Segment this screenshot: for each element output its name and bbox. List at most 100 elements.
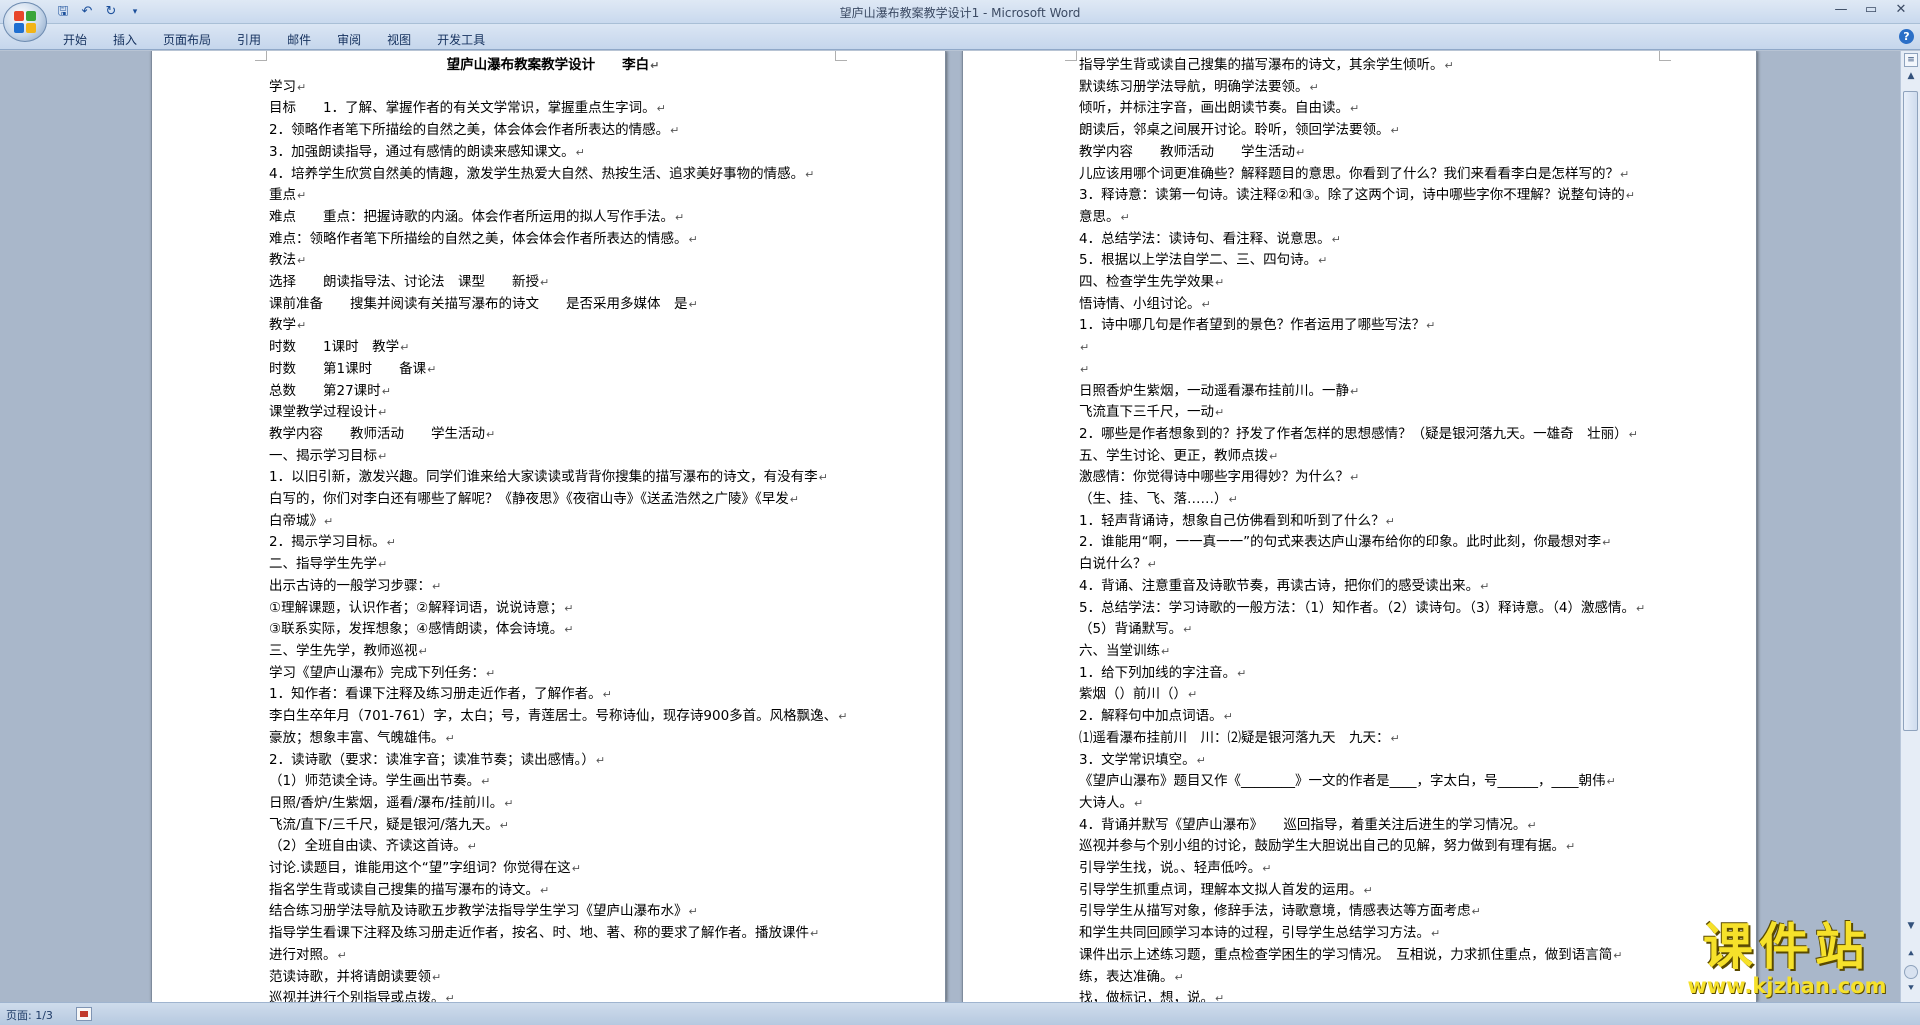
document-line: 难点：领略作者笔下所描绘的自然之美，体会体会作者所表达的情感。 [269, 229, 837, 251]
document-line: 悟诗情、小组讨论。 [1079, 294, 1661, 316]
minimize-button[interactable]: — [1826, 0, 1856, 20]
document-line: 五、学生讨论、更正，教师点拨 [1079, 446, 1661, 468]
document-line: 2．读诗歌（要求：读准字音；读准节奏；读出感情。） [269, 750, 837, 772]
document-line: 总数 第27课时 [269, 381, 837, 403]
document-line: 教法 [269, 250, 837, 272]
document-line: 2．哪些是作者想象到的？抒发了作者怎样的思想感情？（疑是银河落九天。一雄奇 壮丽… [1079, 424, 1661, 446]
document-line: 《望庐山瀑布》题目又作《________》一文的作者是____，字太白，号___… [1079, 771, 1661, 793]
document-line: 2．揭示学习目标。 [269, 532, 837, 554]
document-line: ③联系实际，发挥想象；④感情朗读，体会诗境。 [269, 619, 837, 641]
tab-mailings[interactable]: 邮件 [274, 28, 324, 51]
document-line: 默读练习册学法导航，明确学法要领。 [1079, 77, 1661, 99]
previous-page-icon[interactable]: ⯅ [1904, 949, 1918, 963]
document-line: 引导学生从描写对象，修辞手法，诗歌意境，情感表达等方面考虑 [1079, 901, 1661, 923]
document-page-2[interactable]: 指导学生背或读自己搜集的描写瀑布的诗文，其余学生倾听。默读练习册学法导航，明确学… [962, 51, 1757, 1002]
document-line: 白说什么？ [1079, 554, 1661, 576]
ribbon-tab-bar: 开始 插入 页面布局 引用 邮件 审阅 视图 开发工具 ? [0, 24, 1920, 50]
document-line: 练，表达准确。 [1079, 967, 1661, 989]
tab-home[interactable]: 开始 [50, 28, 100, 51]
document-line: ⑴遥看瀑布挂前川 川：⑵疑是银河落九天 九天： [1079, 728, 1661, 750]
document-line: 飞流直下三千尺，一动 [1079, 402, 1661, 424]
office-button[interactable] [3, 2, 47, 42]
document-line: 2．领略作者笔下所描绘的自然之美，体会体会作者所表达的情感。 [269, 120, 837, 142]
document-line: 范读诗歌，并将请朗读要领 [269, 967, 837, 989]
document-line: 三、学生先学，教师巡视 [269, 641, 837, 663]
tab-references[interactable]: 引用 [224, 28, 274, 51]
help-icon[interactable]: ? [1899, 29, 1914, 44]
document-line: 巡视并参与个别小组的讨论，鼓励学生大胆说出自己的见解，努力做到有理有据。 [1079, 836, 1661, 858]
document-line: 课前准备 搜集并阅读有关描写瀑布的诗文 是否采用多媒体 是 [269, 294, 837, 316]
document-line: 1．知作者：看课下注释及练习册走近作者，了解作者。 [269, 684, 837, 706]
next-page-icon[interactable]: ⯆ [1904, 983, 1918, 997]
document-line: 一、揭示学习目标 [269, 446, 837, 468]
document-line: 4．培养学生欣赏自然美的情趣，激发学生热爱大自然、热按生活、追求美好事物的情感。 [269, 164, 837, 186]
document-line: 重点 [269, 185, 837, 207]
document-line: 课堂教学过程设计 [269, 402, 837, 424]
office-logo-icon [14, 11, 36, 33]
document-line: 李白生卒年月（701-761）字，太白；号，青莲居士。号称诗仙，现存诗900多首… [269, 706, 837, 728]
document-line: 1．轻声背诵诗，想象自己仿佛看到和听到了什么？ [1079, 511, 1661, 533]
document-line: 六、当堂训练 [1079, 641, 1661, 663]
document-line: 4．总结学法：读诗句、看注释、说意思。 [1079, 229, 1661, 251]
document-area: 望庐山瀑布教案教学设计 李白 学习目标 1．了解、掌握作者的有关文学常识，掌握重… [0, 51, 1900, 1002]
document-line: 意思。 [1079, 207, 1661, 229]
document-line: 巡视并进行个别指导或点拨。 [269, 988, 837, 1002]
browse-object-icon[interactable] [1904, 965, 1918, 979]
document-line: 激感情：你觉得诗中哪些字用得妙？为什么？ [1079, 467, 1661, 489]
page-1-text: 望庐山瀑布教案教学设计 李白 学习目标 1．了解、掌握作者的有关文学常识，掌握重… [269, 55, 837, 1002]
close-button[interactable]: ✕ [1886, 0, 1916, 20]
page-1-lines: 学习目标 1．了解、掌握作者的有关文学常识，掌握重点生字词。2．领略作者笔下所描… [269, 77, 837, 1002]
document-line: 教学内容 教师活动 学生活动 [1079, 142, 1661, 164]
maximize-button[interactable]: ▭ [1856, 0, 1886, 20]
document-line: 3．释诗意：读第一句诗。读注释②和③。除了这两个词，诗中哪些字你不理解？说整句诗… [1079, 185, 1661, 207]
document-line: 1．以旧引新，激发兴趣。同学们谁来给大家读读或背背你搜集的描写瀑布的诗文，有没有… [269, 467, 837, 489]
proofing-icon[interactable] [76, 1007, 92, 1021]
document-line: 出示古诗的一般学习步骤： [269, 576, 837, 598]
document-line: 日照/香炉/生紫烟，遥看/瀑布/挂前川。 [269, 793, 837, 815]
document-line: （2）全班自由读、齐读这首诗。 [269, 836, 837, 858]
document-line: 儿应该用哪个词更准确些？解释题目的意思。你看到了什么？我们来看看李白是怎样写的？ [1079, 164, 1661, 186]
scroll-thumb[interactable] [1903, 91, 1918, 731]
document-line: 找，做标记，想，说。 [1079, 988, 1661, 1002]
document-line: （5）背诵默写。 [1079, 619, 1661, 641]
scroll-up-icon[interactable]: ▲ [1904, 71, 1918, 85]
document-line: ①理解课题，认识作者；②解释词语，说说诗意； [269, 598, 837, 620]
office-logo-tile-blue [14, 23, 24, 33]
document-line: 时数 1课时 教学 [269, 337, 837, 359]
page-2-text: 指导学生背或读自己搜集的描写瀑布的诗文，其余学生倾听。默读练习册学法导航，明确学… [1079, 55, 1661, 1002]
document-line: 二、指导学生先学 [269, 554, 837, 576]
tab-view[interactable]: 视图 [374, 28, 424, 51]
document-line: 指导学生背或读自己搜集的描写瀑布的诗文，其余学生倾听。 [1079, 55, 1661, 77]
document-title: 望庐山瀑布教案教学设计 李白 [269, 55, 837, 77]
document-line: 学习 [269, 77, 837, 99]
page-count[interactable]: 页面: 1/3 [6, 1007, 53, 1023]
document-line: 4．背诵并默写《望庐山瀑布》 巡回指导，着重关注后进生的学习情况。 [1079, 815, 1661, 837]
document-page-1[interactable]: 望庐山瀑布教案教学设计 李白 学习目标 1．了解、掌握作者的有关文学常识，掌握重… [151, 51, 946, 1002]
document-line: 引导学生找，说。、轻声低吟。 [1079, 858, 1661, 880]
document-line: 5．总结学法：学习诗歌的一般方法：（1）知作者。（2）读诗句。（3）释诗意。（4… [1079, 598, 1661, 620]
ruler-toggle-icon[interactable]: ≡ [1904, 53, 1918, 67]
document-line: 倾听，并标注字音，画出朗读节奏。自由读。 [1079, 98, 1661, 120]
tab-insert[interactable]: 插入 [100, 28, 150, 51]
watermark-text: 课件站 [1703, 918, 1871, 976]
document-line: 日照香炉生紫烟，一动遥看瀑布挂前川。一静 [1079, 381, 1661, 403]
tab-page-layout[interactable]: 页面布局 [150, 28, 224, 51]
tab-review[interactable]: 审阅 [324, 28, 374, 51]
vertical-scrollbar[interactable]: ≡ ▲ ▼ ⯅ ⯆ [1900, 51, 1920, 1002]
document-line: 白写的，你们对李白还有哪些了解呢？《静夜思》《夜宿山寺》《送孟浩然之广陵》《早发 [269, 489, 837, 511]
document-line: 目标 1．了解、掌握作者的有关文学常识，掌握重点生字词。 [269, 98, 837, 120]
margin-corner-mark [1065, 51, 1077, 61]
document-line: 5．根据以上学法自学二、三、四句诗。 [1079, 250, 1661, 272]
document-line: 引导学生抓重点词，理解本文拟人首发的运用。 [1079, 880, 1661, 902]
document-line: 进行对照。 [269, 945, 837, 967]
document-line: 朗读后，邻桌之间展开讨论。聆听，领回学法要领。 [1079, 120, 1661, 142]
tab-developer[interactable]: 开发工具 [424, 28, 498, 51]
document-line: 白帝城》 [269, 511, 837, 533]
document-line: 和学生共同回顾学习本诗的过程，引导学生总结学习方法。 [1079, 923, 1661, 945]
document-line: 大诗人。 [1079, 793, 1661, 815]
window-controls: — ▭ ✕ [1826, 0, 1916, 20]
document-line: 讨论.读题目，谁能用这个“望”字组词？你觉得在这 [269, 858, 837, 880]
scroll-down-icon[interactable]: ▼ [1904, 921, 1918, 935]
document-line: 指名学生背或读自己搜集的描写瀑布的诗文。 [269, 880, 837, 902]
document-line: 选择 朗读指导法、讨论法 课型 新授 [269, 272, 837, 294]
